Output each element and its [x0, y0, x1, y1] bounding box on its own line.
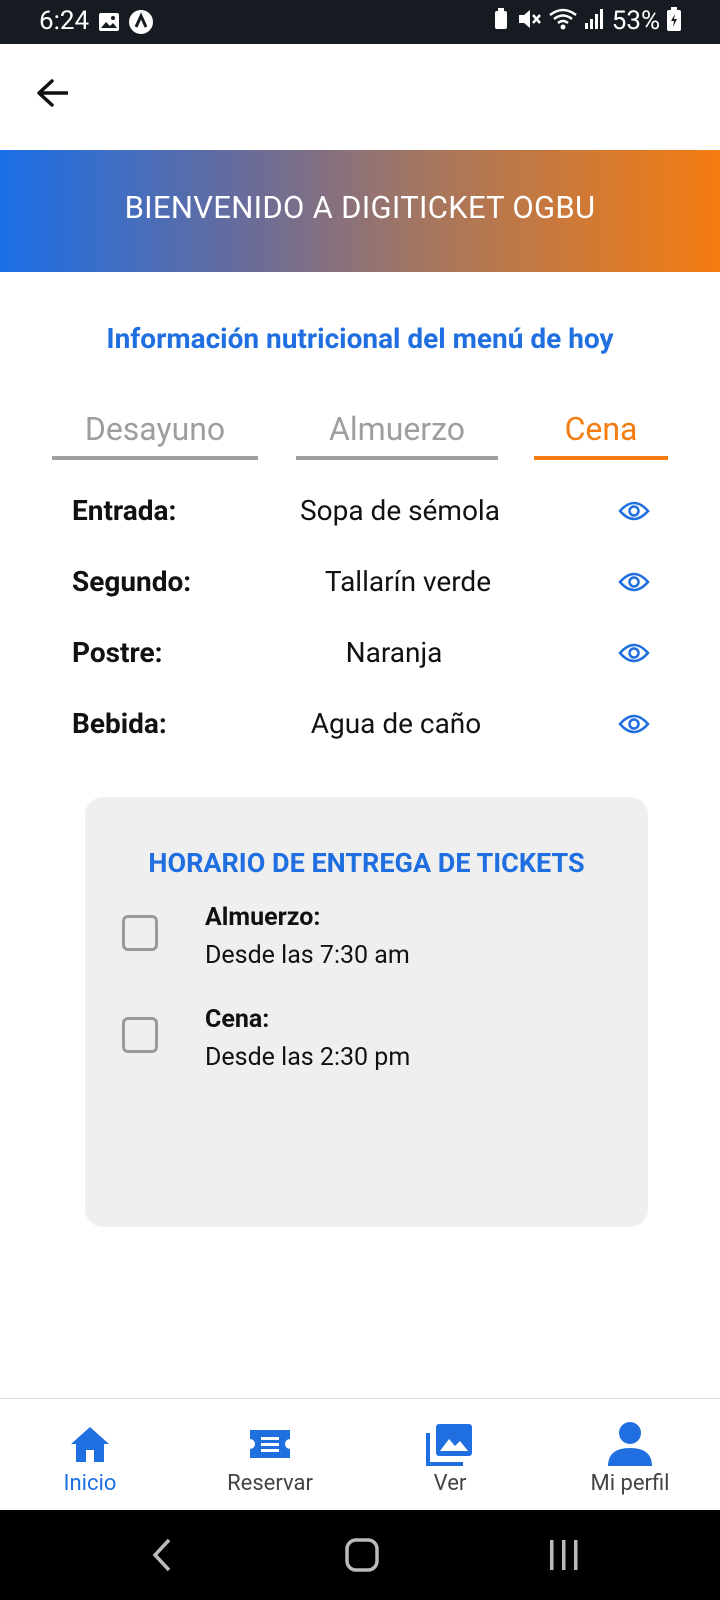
ticket-schedule-card: HORARIO DE ENTREGA DE TICKETS Almuerzo: … [85, 797, 648, 1227]
almuerzo-checkbox[interactable] [122, 915, 158, 951]
status-bar: 6:24 53% [0, 0, 720, 44]
system-back-button[interactable] [132, 1532, 192, 1578]
wifi-icon [548, 7, 578, 35]
menu-row-bebida: Bebida: Agua de caño [0, 699, 720, 749]
schedule-item-cena: Cena: Desde las 2:30 pm [85, 1001, 648, 1091]
system-navigation-bar [0, 1510, 720, 1600]
eye-icon [618, 643, 650, 663]
gallery-icon [360, 1421, 540, 1467]
nav-inicio[interactable]: Inicio [0, 1399, 180, 1511]
ticket-icon [180, 1421, 360, 1467]
app-notification-icon [128, 9, 154, 39]
banner-title: BIENVENIDO A DIGITICKET OGBU [124, 189, 596, 226]
battery-icon [666, 6, 682, 36]
nav-ver[interactable]: Ver [360, 1399, 540, 1511]
tab-underline [296, 456, 498, 460]
menu-label: Entrada: [72, 494, 177, 527]
back-button[interactable] [28, 70, 78, 120]
status-system-icons: 53% [492, 6, 682, 36]
tab-almuerzo[interactable]: Almuerzo [296, 410, 498, 460]
menu-row-segundo: Segundo: Tallarín verde [0, 557, 720, 607]
recents-icon [550, 1540, 578, 1570]
schedule-item-time: Desde las 7:30 am [205, 941, 410, 970]
schedule-item-time: Desde las 2:30 pm [205, 1043, 411, 1072]
eye-icon [618, 714, 650, 734]
schedule-title: HORARIO DE ENTREGA DE TICKETS [148, 847, 585, 879]
person-icon [540, 1421, 720, 1467]
battery-saver-icon [492, 7, 510, 35]
tab-label: Cena [564, 410, 638, 448]
chevron-left-icon [152, 1538, 171, 1572]
app-bar [0, 44, 720, 150]
signal-icon [584, 7, 606, 35]
menu-value: Tallarín verde [324, 565, 492, 598]
home-square-icon [345, 1538, 379, 1572]
menu-value: Sopa de sémola [300, 494, 500, 527]
view-nutrition-button[interactable] [615, 636, 653, 670]
menu-row-postre: Postre: Naranja [0, 628, 720, 678]
menu-label: Bebida: [72, 707, 167, 740]
tab-label: Desayuno [84, 410, 226, 448]
view-nutrition-button[interactable] [615, 707, 653, 741]
image-notification-icon [98, 11, 120, 37]
tab-label: Almuerzo [328, 410, 466, 448]
arrow-left-icon [36, 78, 70, 112]
home-icon [0, 1421, 180, 1467]
status-notification-icons [98, 9, 154, 39]
nav-label: Ver [433, 1471, 467, 1496]
view-nutrition-button[interactable] [615, 494, 653, 528]
section-title: Información nutricional del menú de hoy [106, 322, 614, 355]
system-recents-button[interactable] [534, 1532, 594, 1578]
tab-cena[interactable]: Cena [534, 410, 668, 460]
schedule-item-name: Cena: [205, 1005, 270, 1034]
battery-percent: 53% [611, 6, 660, 36]
tab-desayuno[interactable]: Desayuno [52, 410, 258, 460]
welcome-banner: BIENVENIDO A DIGITICKET OGBU [0, 150, 720, 272]
nav-label: Inicio [63, 1471, 117, 1496]
menu-label: Postre: [72, 636, 163, 669]
nav-mi-perfil[interactable]: Mi perfil [540, 1399, 720, 1511]
nav-label: Reservar [227, 1471, 313, 1496]
system-home-button[interactable] [332, 1532, 392, 1578]
menu-value: Naranja [345, 636, 443, 669]
menu-value: Agua de caño [310, 707, 482, 740]
nav-reservar[interactable]: Reservar [180, 1399, 360, 1511]
bottom-navigation: Inicio Reservar Ver Mi perfil [0, 1398, 720, 1510]
menu-label: Segundo: [72, 565, 192, 598]
tab-underline [52, 456, 258, 460]
mute-icon [516, 7, 542, 35]
eye-icon [618, 501, 650, 521]
status-time: 6:24 [39, 6, 90, 36]
view-nutrition-button[interactable] [615, 565, 653, 599]
schedule-item-name: Almuerzo: [205, 903, 321, 932]
cena-checkbox[interactable] [122, 1017, 158, 1053]
menu-row-entrada: Entrada: Sopa de sémola [0, 486, 720, 536]
nav-label: Mi perfil [590, 1471, 670, 1496]
eye-icon [618, 572, 650, 592]
tab-underline [534, 456, 668, 460]
schedule-item-almuerzo: Almuerzo: Desde las 7:30 am [85, 899, 648, 989]
